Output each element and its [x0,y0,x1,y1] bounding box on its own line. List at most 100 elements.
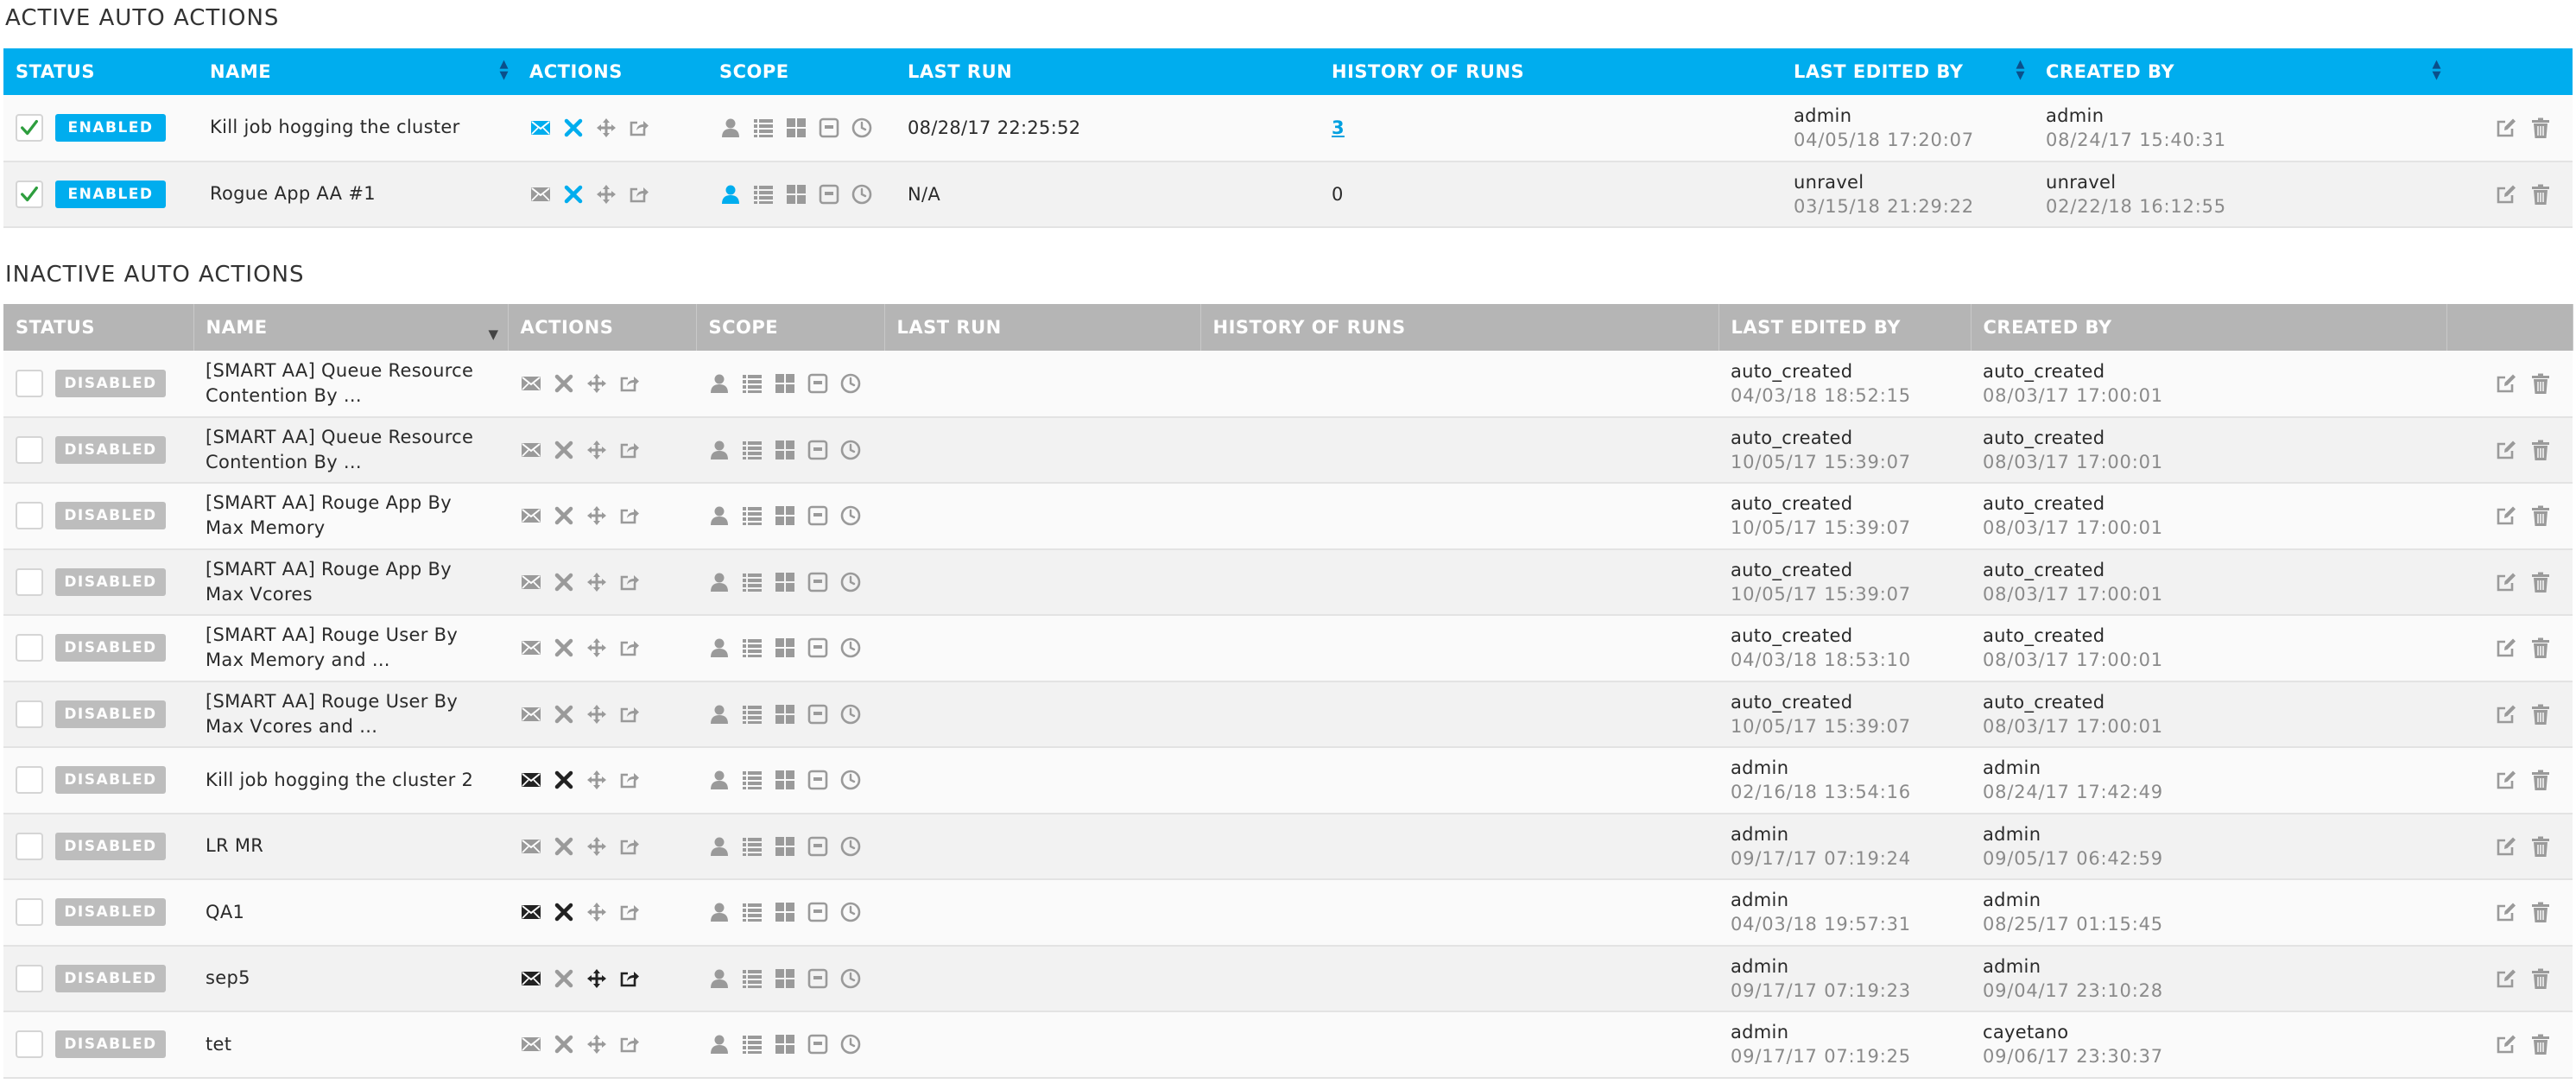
edit-icon[interactable] [2495,183,2517,206]
status-badge[interactable]: DISABLED [55,435,166,464]
sort-down-icon[interactable]: ▼ [488,326,498,342]
grid-icon [774,703,796,726]
status-checkbox[interactable] [16,898,43,927]
status-checkbox[interactable] [16,435,43,464]
last-run-cell [884,548,1200,616]
status-checkbox[interactable] [16,1030,43,1059]
last-edited-date: 10/05/17 15:39:07 [1731,451,1911,472]
email-icon [520,967,542,990]
edit-icon[interactable] [2495,439,2517,461]
email-icon [520,769,542,791]
status-checkbox[interactable] [16,832,43,860]
status-badge[interactable]: DISABLED [55,567,166,596]
last-edited-user: admin [1731,890,1789,911]
last-run-cell [884,351,1200,418]
trash-icon[interactable] [2529,504,2552,527]
status-checkbox[interactable] [16,964,43,992]
col-last-run: LAST RUN [884,304,1201,351]
sort-both-icon[interactable]: ▲ ▼ [2016,59,2026,81]
status-badge[interactable]: DISABLED [55,898,166,927]
trash-icon[interactable] [2529,117,2552,139]
last-edited-date: 04/03/18 18:53:10 [1731,650,1911,671]
trash-icon[interactable] [2529,637,2552,659]
edit-icon[interactable] [2495,769,2517,791]
status-badge[interactable]: DISABLED [55,369,166,397]
trash-icon[interactable] [2529,571,2552,593]
status-checkbox[interactable] [16,502,43,530]
status-badge[interactable]: DISABLED [55,502,166,530]
trash-icon[interactable] [2529,835,2552,858]
inactive-section-title: INACTIVE AUTO ACTIONS [5,262,305,288]
trash-icon[interactable] [2529,439,2552,461]
table-row: DISABLED tet admin 09/17/17 07:19:25 cayetan… [3,1011,2573,1079]
col-created-by[interactable]: CREATED BY ▲ ▼ [2034,48,2450,95]
edit-icon[interactable] [2495,835,2517,858]
history-cell [1200,681,1718,748]
edit-icon[interactable] [2495,372,2517,395]
status-badge[interactable]: ENABLED [55,180,166,208]
actions-cell [508,813,696,880]
edit-icon[interactable] [2495,117,2517,139]
trash-icon[interactable] [2529,372,2552,395]
sort-both-icon[interactable]: ▲ ▼ [500,59,510,81]
trash-icon[interactable] [2529,703,2552,726]
created-by-user: admin [1983,823,2041,845]
status-badge[interactable]: DISABLED [55,964,166,992]
trash-icon[interactable] [2529,1033,2552,1055]
history-runs-link[interactable]: 3 [1332,117,1345,138]
last-edited-date: 09/17/17 07:19:25 [1731,1046,1911,1068]
list-icon [741,967,763,990]
row-actions-cell [2446,351,2573,418]
user-icon [708,439,731,461]
check-icon [21,186,38,201]
status-checkbox[interactable] [16,369,43,397]
last-edited-date: 04/05/18 17:20:07 [1794,129,1974,150]
share-icon [618,1033,641,1055]
kill-icon [553,504,575,527]
edit-icon[interactable] [2495,967,2517,990]
col-name[interactable]: NAME ▲ ▼ [198,48,517,95]
kill-icon [553,703,575,726]
move-icon [585,637,608,659]
edit-icon[interactable] [2495,1033,2517,1055]
status-badge[interactable]: DISABLED [55,766,166,795]
table-row: DISABLED [SMART AA] Queue Resource Conten… [3,351,2573,418]
col-last-edited-by[interactable]: LAST EDITED BY ▲ ▼ [1782,48,2034,95]
edit-icon[interactable] [2495,703,2517,726]
move-icon [585,439,608,461]
created-cell: auto_created 08/03/17 17:00:01 [1971,351,2446,418]
created-cell: auto_created 08/03/17 17:00:01 [1971,416,2446,484]
trash-icon[interactable] [2529,901,2552,923]
move-icon [585,1033,608,1055]
status-badge[interactable]: DISABLED [55,832,166,860]
actions-cell [508,747,696,814]
list-icon [741,637,763,659]
list-icon [741,372,763,395]
edit-icon[interactable] [2495,571,2517,593]
history-cell [1200,813,1718,880]
status-badge[interactable]: DISABLED [55,700,166,728]
trash-icon[interactable] [2529,183,2552,206]
status-badge[interactable]: ENABLED [55,113,166,142]
col-name-label: NAME [206,317,268,338]
edit-icon[interactable] [2495,637,2517,659]
status-badge[interactable]: DISABLED [55,1030,166,1059]
status-checkbox[interactable] [16,700,43,728]
kill-icon [553,967,575,990]
status-checkbox[interactable] [16,180,43,208]
status-checkbox[interactable] [16,567,43,596]
sort-both-icon[interactable]: ▲ ▼ [2433,59,2442,81]
history-cell [1200,483,1718,550]
status-checkbox[interactable] [16,766,43,795]
status-checkbox[interactable] [16,113,43,142]
trash-icon[interactable] [2529,769,2552,791]
status-checkbox[interactable] [16,634,43,662]
edit-icon[interactable] [2495,504,2517,527]
trash-icon[interactable] [2529,967,2552,990]
kill-icon [553,637,575,659]
queue-icon [807,637,829,659]
grid-icon [774,769,796,791]
col-name[interactable]: NAME ▼ [193,304,509,351]
status-badge[interactable]: DISABLED [55,634,166,662]
edit-icon[interactable] [2495,901,2517,923]
